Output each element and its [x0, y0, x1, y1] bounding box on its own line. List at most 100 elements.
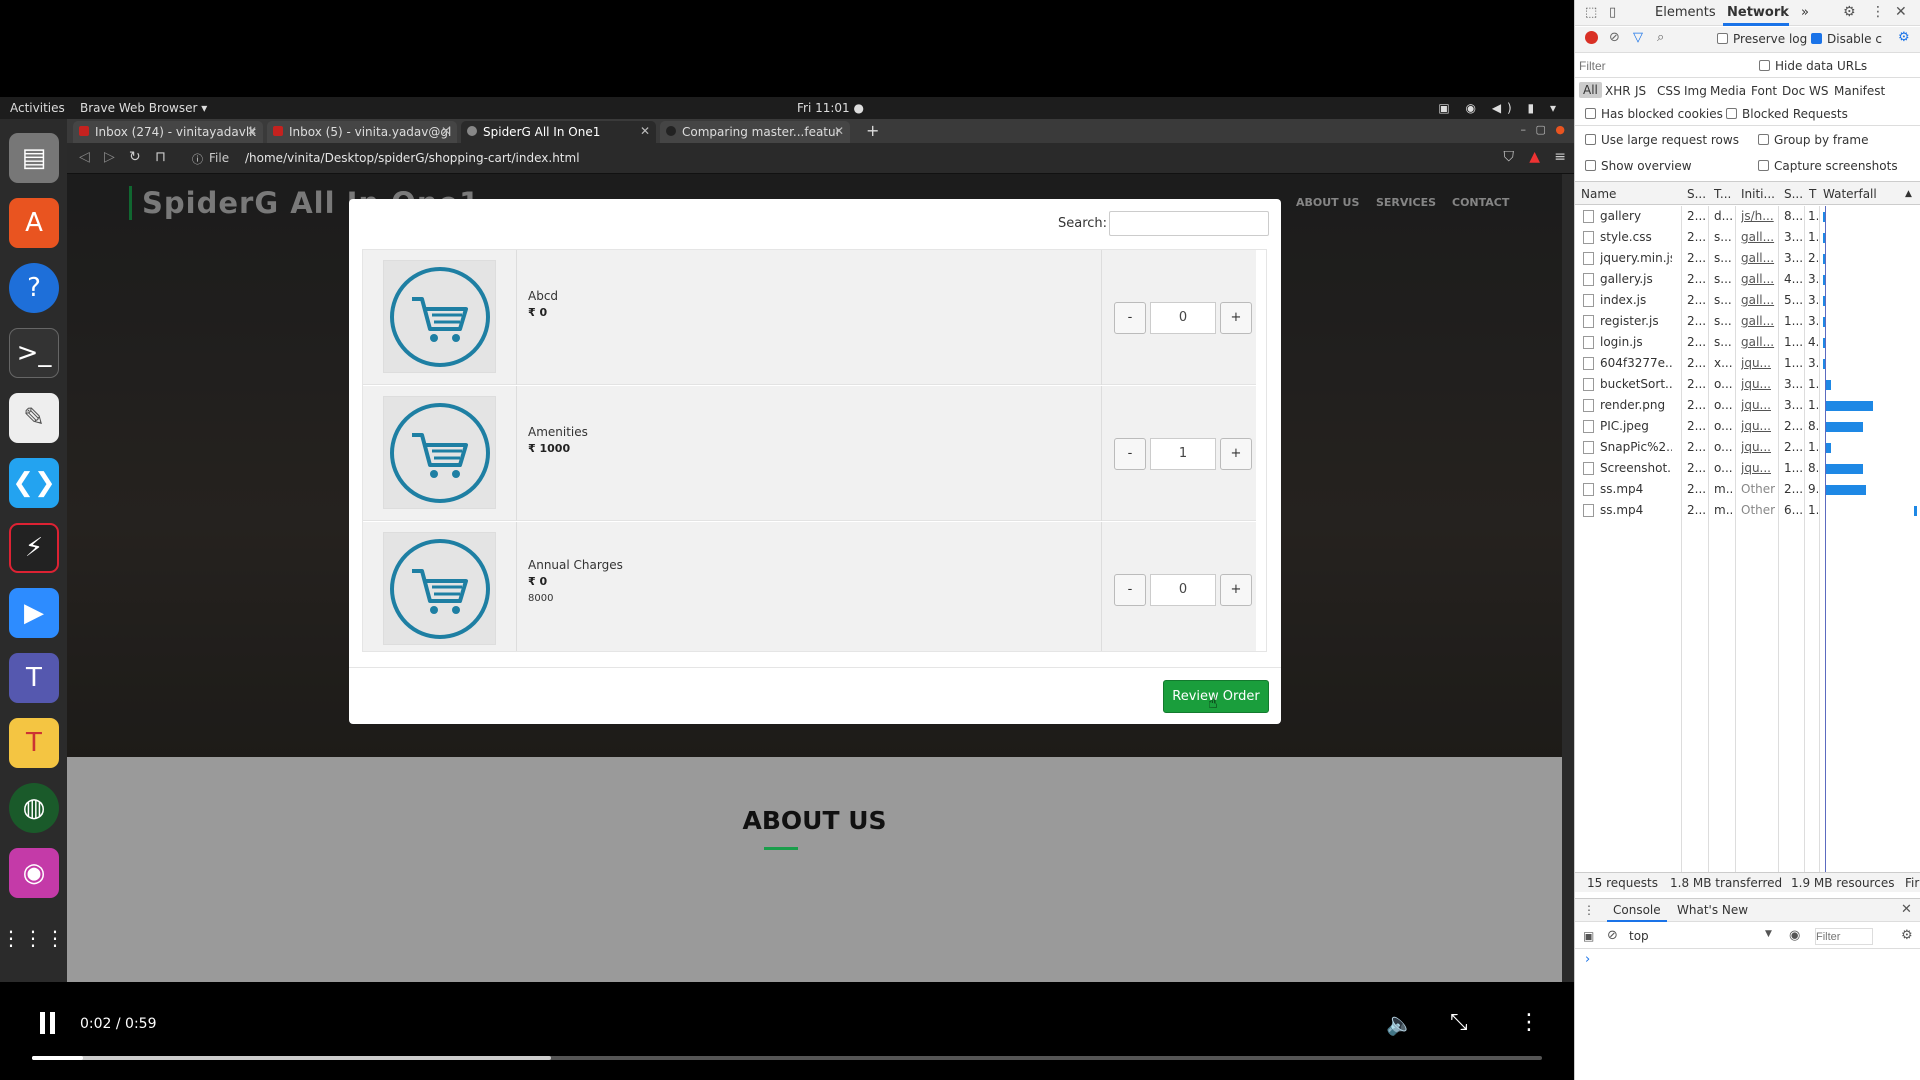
sort-ascending-icon[interactable]: ▲ — [1905, 189, 1912, 199]
decrement-button[interactable]: - — [1114, 302, 1146, 334]
request-name[interactable]: register.js — [1600, 314, 1672, 328]
decrement-button[interactable]: - — [1114, 574, 1146, 606]
disable-cache-checkbox[interactable]: Disable c — [1811, 32, 1882, 46]
eye-icon[interactable]: ◉ — [1789, 928, 1800, 943]
more-tabs[interactable]: » — [1801, 5, 1809, 20]
console-prompt[interactable]: › — [1585, 952, 1590, 967]
clear-icon[interactable]: ⊘ — [1609, 30, 1620, 45]
request-initiator[interactable]: js/h... — [1741, 209, 1775, 223]
request-initiator[interactable]: gall... — [1741, 251, 1775, 265]
brave-rewards-icon[interactable]: ▲ — [1529, 149, 1540, 165]
item-list[interactable]: Abcd ₹ 0 - 0 + Amenities ₹ 1000 - 1 + An… — [362, 249, 1267, 652]
exit-fullscreen-icon[interactable]: ⤡ — [1450, 1010, 1468, 1035]
col-name[interactable]: Name — [1581, 187, 1616, 201]
request-initiator[interactable]: jqu... — [1741, 377, 1775, 391]
capture-screenshots-checkbox[interactable]: Capture screenshots — [1758, 159, 1898, 173]
context-selector[interactable]: top — [1629, 929, 1649, 943]
request-name[interactable]: jquery.min.js — [1600, 251, 1672, 265]
close-icon[interactable]: ✕ — [834, 124, 844, 138]
large-rows-checkbox[interactable]: Use large request rows — [1585, 133, 1739, 147]
request-name[interactable]: style.css — [1600, 230, 1672, 244]
filter-css[interactable]: CSS — [1657, 84, 1681, 98]
tab-spiderg[interactable]: SpiderG All In One1 ✕ — [461, 121, 656, 143]
checkbox[interactable] — [1811, 33, 1822, 44]
info-icon[interactable]: ⓘ — [192, 151, 203, 167]
group-by-frame-checkbox[interactable]: Group by frame — [1758, 133, 1868, 147]
preserve-log-checkbox[interactable]: Preserve log — [1717, 32, 1807, 46]
apps-grid-icon[interactable]: ⋮⋮⋮ — [1, 913, 65, 963]
tab-whats-new[interactable]: What's New — [1677, 903, 1748, 917]
text-editor-icon[interactable]: ✎ — [9, 393, 59, 443]
menu-icon[interactable]: ≡ — [1554, 149, 1566, 165]
request-initiator[interactable]: jqu... — [1741, 461, 1775, 475]
help-icon[interactable]: ? — [9, 263, 59, 313]
close-icon[interactable]: ✕ — [640, 124, 650, 138]
checkbox[interactable] — [1585, 134, 1596, 145]
tab-github[interactable]: Comparing master...featur ✕ — [660, 121, 850, 143]
filter-xhr[interactable]: XHR — [1605, 84, 1631, 98]
blocked-requests-checkbox[interactable]: Blocked Requests — [1726, 107, 1848, 121]
files-icon[interactable]: ▤ — [9, 133, 59, 183]
checkbox[interactable] — [1758, 160, 1769, 171]
settings-icon[interactable]: ⚙ — [1843, 4, 1856, 20]
filter-font[interactable]: Font — [1751, 84, 1777, 98]
network-settings-icon[interactable]: ⚙ — [1898, 30, 1910, 45]
decrement-button[interactable]: - — [1114, 438, 1146, 470]
request-name[interactable]: render.png — [1600, 398, 1672, 412]
quantity-input[interactable]: 0 — [1150, 302, 1216, 334]
checkbox[interactable] — [1758, 134, 1769, 145]
filter-doc[interactable]: Doc — [1782, 84, 1805, 98]
filter-img[interactable]: Img — [1684, 84, 1707, 98]
network-row[interactable]: login.js 2... s... gall... 1... 4. — [1575, 332, 1920, 353]
request-name[interactable]: index.js — [1600, 293, 1672, 307]
globe-icon[interactable]: ◍ — [9, 783, 59, 833]
bookmark-icon[interactable]: ⊓ — [155, 149, 166, 165]
network-row[interactable]: 604f3277e... 2... x... jqu... 1... 3. — [1575, 353, 1920, 374]
page-scrollbar[interactable] — [1562, 174, 1574, 982]
brave-shield-icon[interactable]: ⛉ — [1504, 149, 1515, 165]
checkbox[interactable] — [1585, 160, 1596, 171]
request-initiator[interactable]: gall... — [1741, 314, 1775, 328]
network-row[interactable]: PIC.jpeg 2... o... jqu... 2... 8. — [1575, 416, 1920, 437]
tab-elements[interactable]: Elements — [1655, 5, 1716, 20]
request-name[interactable]: gallery.js — [1600, 272, 1672, 286]
teams-icon[interactable]: T — [9, 653, 59, 703]
close-drawer-icon[interactable]: ✕ — [1901, 902, 1912, 917]
close-icon[interactable]: ✕ — [441, 124, 451, 138]
network-row[interactable]: gallery 2... d... js/h... 8... 1. — [1575, 206, 1920, 227]
terminal-alt-icon[interactable]: ⚡ — [9, 523, 59, 573]
request-name[interactable]: bucketSort.... — [1600, 377, 1672, 391]
recorder-icon[interactable]: ◉ — [9, 848, 59, 898]
filter-icon[interactable]: ▽ — [1633, 30, 1643, 45]
search-input[interactable] — [1109, 211, 1269, 236]
hide-data-urls-checkbox[interactable]: Hide data URLs — [1759, 59, 1867, 73]
zoom-icon[interactable]: ▶ — [9, 588, 59, 638]
quantity-input[interactable]: 0 — [1150, 574, 1216, 606]
network-row[interactable]: Screenshot... 2... o... jqu... 1... 8. — [1575, 458, 1920, 479]
col-type[interactable]: T... — [1714, 187, 1731, 201]
back-icon[interactable]: ◁ — [79, 149, 90, 165]
sidebar-toggle-icon[interactable]: ▣ — [1583, 929, 1594, 943]
request-name[interactable]: ss.mp4 — [1600, 482, 1672, 496]
col-waterfall[interactable]: Waterfall — [1823, 187, 1877, 201]
request-initiator[interactable]: gall... — [1741, 272, 1775, 286]
more-options-icon[interactable]: ⋮ — [1518, 1010, 1540, 1035]
network-table-body[interactable]: gallery 2... d... js/h... 8... 1. style.css 2..… — [1575, 206, 1920, 872]
url-input[interactable]: /home/vinita/Desktop/spiderG/shopping-ca… — [245, 151, 580, 165]
col-time[interactable]: T — [1809, 187, 1816, 201]
pause-icon[interactable] — [38, 1012, 58, 1034]
tab-gmail-1[interactable]: Inbox (274) - vinitayadavlk ✕ — [73, 121, 263, 143]
network-row[interactable]: register.js 2... s... gall... 1... 3. — [1575, 311, 1920, 332]
system-tray-icons[interactable]: ▣ ◉ ◀) ▮ ▾ — [1438, 101, 1562, 115]
network-row[interactable]: gallery.js 2... s... gall... 4... 3. — [1575, 269, 1920, 290]
request-initiator[interactable]: gall... — [1741, 230, 1775, 244]
increment-button[interactable]: + — [1220, 302, 1252, 334]
show-overview-checkbox[interactable]: Show overview — [1585, 159, 1692, 173]
request-name[interactable]: ss.mp4 — [1600, 503, 1672, 517]
close-window-icon[interactable]: ● — [1555, 123, 1568, 136]
device-toggle-icon[interactable]: ▯ — [1609, 5, 1616, 20]
network-row[interactable]: ss.mp4 2... m... Other 2... 9. — [1575, 479, 1920, 500]
checkbox[interactable] — [1759, 60, 1770, 71]
vscode-icon[interactable]: ❮❯ — [9, 458, 59, 508]
search-icon[interactable]: ⌕ — [1657, 30, 1664, 45]
